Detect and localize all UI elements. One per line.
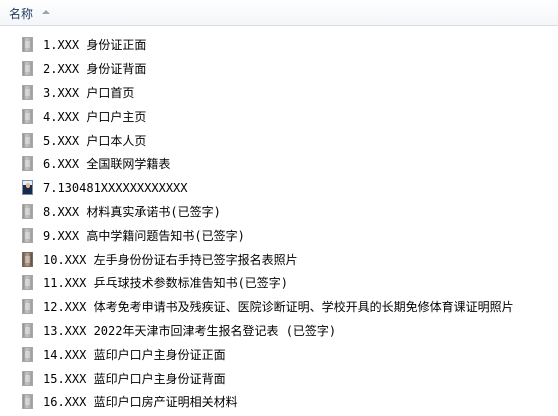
file-row[interactable]: 8.XXX 材料真实承诺书(已签字) <box>0 200 558 224</box>
image-thumbnail-icon <box>22 275 33 291</box>
image-thumbnail-icon <box>22 370 33 386</box>
file-row[interactable]: 6.XXX 全国联网学籍表 <box>0 152 558 176</box>
file-name: 3.XXX 户口首页 <box>43 85 135 100</box>
image-thumbnail-icon <box>22 251 33 267</box>
image-thumbnail-icon <box>22 156 33 172</box>
image-thumbnail-icon <box>22 299 33 315</box>
file-row[interactable]: 12.XXX 体考免考申请书及残疾证、医院诊断证明、学校开具的长期免修体育课证明… <box>0 295 558 319</box>
file-name: 8.XXX 材料真实承诺书(已签字) <box>43 204 221 219</box>
file-explorer-window: 名称 1.XXX 身份证正面 2.XXX 身份证背面 3.XXX 户口首页 4.XXX… <box>0 0 558 416</box>
file-row[interactable]: 11.XXX 乒乓球技术参数标准告知书(已签字) <box>0 271 558 295</box>
file-row[interactable]: 2.XXX 身份证背面 <box>0 57 558 81</box>
file-row[interactable]: 16.XXX 蓝印户口房产证明相关材料 <box>0 390 558 414</box>
name-column-label: 名称 <box>9 6 34 21</box>
file-name: 5.XXX 户口本人页 <box>43 133 147 148</box>
image-thumbnail-icon <box>22 132 33 148</box>
list-header: 名称 <box>0 0 558 26</box>
image-thumbnail-icon <box>22 203 33 219</box>
file-name: 16.XXX 蓝印户口房产证明相关材料 <box>43 395 238 410</box>
file-name: 12.XXX 体考免考申请书及残疾证、医院诊断证明、学校开具的长期免修体育课证明… <box>43 300 514 315</box>
image-thumbnail-icon <box>22 346 33 362</box>
image-thumbnail-icon <box>22 108 33 124</box>
file-name: 11.XXX 乒乓球技术参数标准告知书(已签字) <box>43 276 289 291</box>
name-column-header[interactable]: 名称 <box>0 0 558 26</box>
file-row[interactable]: 15.XXX 蓝印户口户主身份证背面 <box>0 366 558 390</box>
sort-ascending-icon <box>42 10 51 14</box>
photo-thumbnail-icon <box>22 180 33 196</box>
file-name: 9.XXX 高中学籍问题告知书(已签字) <box>43 228 245 243</box>
file-name: 13.XXX 2022年天津市回津考生报名登记表 (已签字) <box>43 323 337 338</box>
image-thumbnail-icon <box>22 394 33 410</box>
file-name: 1.XXX 身份证正面 <box>43 38 147 53</box>
file-row[interactable]: 5.XXX 户口本人页 <box>0 128 558 152</box>
file-list: 1.XXX 身份证正面 2.XXX 身份证背面 3.XXX 户口首页 4.XXX 户口… <box>0 33 558 414</box>
image-thumbnail-icon <box>22 322 33 338</box>
file-name: 2.XXX 身份证背面 <box>43 62 147 77</box>
file-row[interactable]: 10.XXX 左手身份份证右手持已签字报名表照片 <box>0 247 558 271</box>
image-thumbnail-icon <box>22 37 33 53</box>
file-row[interactable]: 7.130481XXXXXXXXXXXX <box>0 176 558 200</box>
file-row[interactable]: 9.XXX 高中学籍问题告知书(已签字) <box>0 223 558 247</box>
file-row[interactable]: 4.XXX 户口户主页 <box>0 104 558 128</box>
file-name: 14.XXX 蓝印户口户主身份证正面 <box>43 347 226 362</box>
file-name: 4.XXX 户口户主页 <box>43 109 147 124</box>
file-row[interactable]: 13.XXX 2022年天津市回津考生报名登记表 (已签字) <box>0 319 558 343</box>
file-name: 15.XXX 蓝印户口户主身份证背面 <box>43 371 226 386</box>
file-name: 6.XXX 全国联网学籍表 <box>43 157 171 172</box>
image-thumbnail-icon <box>22 61 33 77</box>
file-row[interactable]: 3.XXX 户口首页 <box>0 81 558 105</box>
image-thumbnail-icon <box>22 227 33 243</box>
file-name: 7.130481XXXXXXXXXXXX <box>43 180 188 195</box>
image-thumbnail-icon <box>22 84 33 100</box>
file-row[interactable]: 14.XXX 蓝印户口户主身份证正面 <box>0 342 558 366</box>
file-name: 10.XXX 左手身份份证右手持已签字报名表照片 <box>43 252 298 267</box>
file-row[interactable]: 1.XXX 身份证正面 <box>0 33 558 57</box>
